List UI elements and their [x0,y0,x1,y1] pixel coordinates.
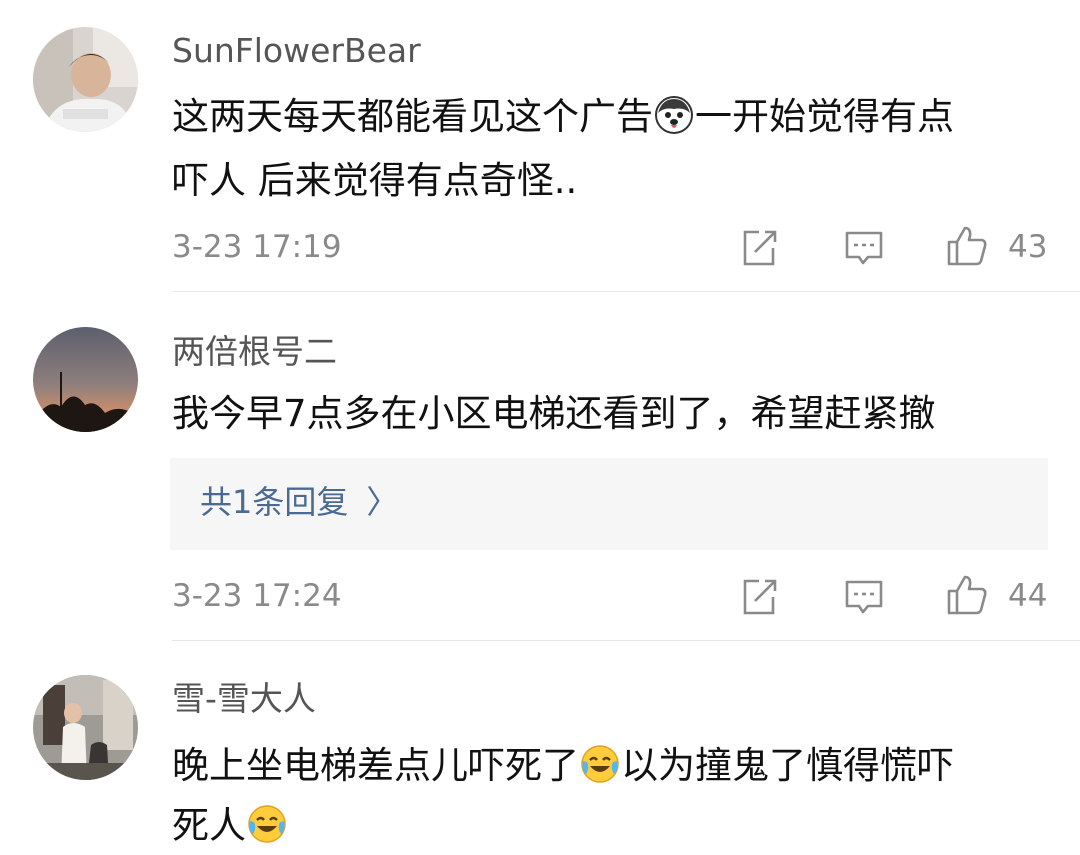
comment-item: 两倍根号二 我今早7点多在小区电梯还看到了，希望赶紧撤 共1条回复〉 3-23 … [0,292,1080,642]
comment-text: 我今早7点多在小区电梯还看到了，希望赶紧撤 [172,392,936,435]
avatar[interactable] [33,27,138,132]
comment-icon[interactable] [842,226,886,270]
chevron-right-icon: 〉 [366,483,399,521]
username[interactable]: 雪-雪大人 [172,682,316,715]
comment-text-part: 死人 [172,804,246,847]
share-icon[interactable] [737,575,781,619]
comment-text-part: 这两天每天都能看见这个广告 [172,95,653,138]
like-count: 43 [1008,229,1048,265]
comment-text: 这两天每天都能看见这个广告 一开始觉得有点 [172,95,954,135]
like-icon[interactable] [945,224,989,268]
avatar[interactable] [33,327,138,432]
comment-timestamp: 3-23 17:19 [172,229,342,265]
laugh-cry-emoji-icon [247,804,287,844]
username[interactable]: 两倍根号二 [172,335,337,368]
username[interactable]: SunFlowerBear [172,34,421,67]
comment-text-line2: 死人 [172,804,288,844]
like-count: 44 [1008,578,1048,614]
comment-text: 晚上坐电梯差点儿吓死了 以为撞鬼了慎得慌吓 [172,744,954,784]
comment-text-part: 以为撞鬼了慎得慌吓 [621,744,954,787]
avatar[interactable] [33,675,138,780]
comment-text-part: 晚上坐电梯差点儿吓死了 [172,744,579,787]
comment-text-line2: 吓人 后来觉得有点奇怪.. [172,159,578,202]
laugh-cry-emoji-icon [580,744,620,784]
reply-count-label: 共1条回复 [200,483,349,521]
comment-timestamp: 3-23 17:24 [172,578,342,614]
husky-emoji-icon [654,95,694,135]
comment-item: 雪-雪大人 晚上坐电梯差点儿吓死了 以为撞鬼了慎得慌吓 死人 [0,642,1080,855]
comment-icon[interactable] [842,575,886,619]
comment-item: SunFlowerBear 这两天每天都能看见这个广告 一开始觉得有点 吓人 后… [0,0,1080,292]
share-icon[interactable] [737,226,781,270]
comment-text-part: 一开始觉得有点 [695,95,954,138]
reply-preview-box[interactable]: 共1条回复〉 [170,458,1048,550]
comment-list: SunFlowerBear 这两天每天都能看见这个广告 一开始觉得有点 吓人 后… [0,0,1080,855]
divider [172,640,1080,641]
view-replies-link[interactable]: 共1条回复〉 [200,486,398,518]
like-icon[interactable] [945,573,989,617]
